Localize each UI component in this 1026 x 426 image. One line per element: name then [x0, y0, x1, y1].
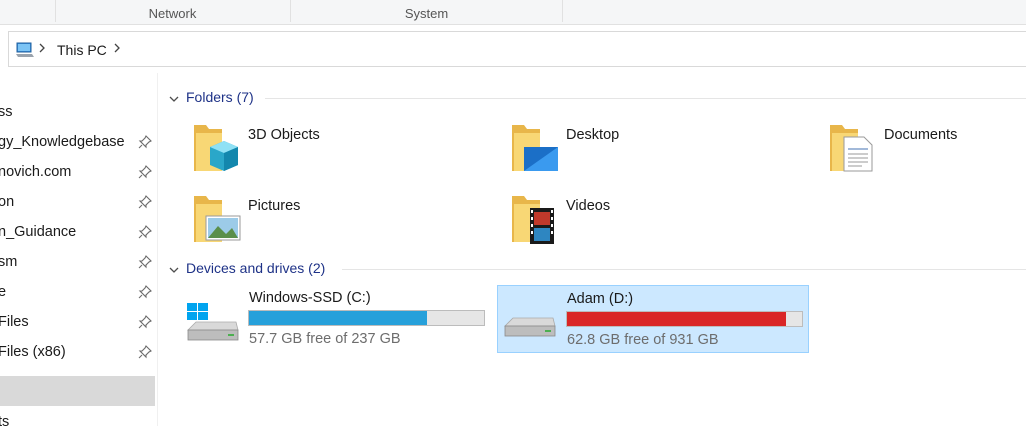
folder-name: Desktop [566, 127, 620, 143]
folders-section-header[interactable]: Folders (7) [166, 89, 1026, 109]
folder-3d-objects[interactable]: 3D Objects [192, 121, 492, 181]
nav-item[interactable]: Files (x86) [0, 337, 157, 367]
nav-item-label: gy_Knowledgebase [0, 134, 125, 150]
videos-folder-icon [510, 192, 560, 253]
drive-free-space: 57.7 GB free of 237 GB [249, 331, 401, 347]
drive-usage-fill [249, 311, 427, 325]
drive-windows-ssd[interactable]: Windows-SSD (C:) 57.7 GB free of 237 GB [180, 286, 492, 352]
nav-item-label: novich.com [0, 164, 72, 180]
drive-name: Windows-SSD (C:) [249, 290, 371, 306]
drive-adam[interactable]: Adam (D:) 62.8 GB free of 931 GB [497, 285, 809, 353]
drives-section-header[interactable]: Devices and drives (2) [166, 260, 1026, 280]
hard-drive-icon [503, 304, 557, 351]
breadcrumb-chevron-icon[interactable] [38, 41, 46, 58]
nav-item-label: e [0, 284, 6, 300]
pin-icon[interactable] [138, 315, 152, 329]
folder-name: Videos [566, 198, 611, 214]
documents-folder-icon [828, 121, 878, 182]
desktop-folder-icon [510, 121, 560, 182]
nav-item-label: sm [0, 254, 18, 270]
nav-item-selected[interactable] [0, 376, 157, 406]
folder-name: 3D Objects [248, 127, 320, 143]
drive-usage-bar [248, 310, 485, 326]
ribbon-group-network: Network [148, 6, 197, 21]
computer-icon [15, 42, 35, 63]
section-divider [265, 98, 1026, 99]
nav-item[interactable]: gy_Knowledgebase [0, 127, 157, 157]
drive-usage-fill [567, 312, 787, 326]
nav-item[interactable]: on [0, 187, 157, 217]
folders-section-title: Folders (7) [186, 89, 254, 105]
pictures-folder-icon [192, 192, 242, 253]
folder-documents[interactable]: Documents [828, 121, 1026, 181]
3d-objects-folder-icon [192, 121, 242, 182]
nav-item[interactable]: ss [0, 97, 157, 127]
folder-name: Documents [884, 127, 958, 143]
breadcrumb-this-pc[interactable]: This PC [57, 42, 107, 58]
nav-item[interactable]: Files [0, 307, 157, 337]
nav-item-label: Files (x86) [0, 344, 66, 360]
windows-drive-icon [186, 302, 240, 349]
nav-item[interactable]: n_Guidance [0, 217, 157, 247]
nav-item-label: ts [0, 414, 10, 426]
nav-item-label: n_Guidance [0, 224, 77, 240]
chevron-down-icon[interactable] [168, 263, 180, 279]
nav-item[interactable]: novich.com [0, 157, 157, 187]
pin-icon[interactable] [138, 135, 152, 149]
pin-icon[interactable] [138, 255, 152, 269]
folder-name: Pictures [248, 198, 301, 214]
pin-icon[interactable] [138, 225, 152, 239]
folder-videos[interactable]: Videos [510, 192, 810, 252]
nav-item-label: on [0, 194, 15, 210]
breadcrumb-chevron-icon[interactable] [113, 41, 121, 58]
nav-item[interactable]: e [0, 277, 157, 307]
section-divider [342, 269, 1026, 270]
drive-free-space: 62.8 GB free of 931 GB [567, 332, 719, 348]
ribbon-separator [562, 0, 563, 22]
drives-section-title: Devices and drives (2) [186, 260, 326, 276]
pin-icon[interactable] [138, 195, 152, 209]
ribbon-group-system: System [404, 6, 449, 21]
nav-item-label: ss [0, 104, 13, 120]
pin-icon[interactable] [138, 345, 152, 359]
chevron-down-icon[interactable] [168, 92, 180, 108]
nav-item-label: Files [0, 314, 29, 330]
navigation-pane[interactable]: ss gy_Knowledgebase novich.com on n_Guid… [0, 73, 158, 426]
nav-item[interactable]: sm [0, 247, 157, 277]
ribbon-group-labels: Network System [0, 0, 1026, 25]
drive-name: Adam (D:) [567, 291, 634, 307]
folder-desktop[interactable]: Desktop [510, 121, 810, 181]
address-bar[interactable]: This PC [8, 31, 1026, 67]
folder-pictures[interactable]: Pictures [192, 192, 492, 252]
pin-icon[interactable] [138, 165, 152, 179]
nav-item[interactable]: ts [0, 407, 157, 426]
pin-icon[interactable] [138, 285, 152, 299]
drive-usage-bar [566, 311, 803, 327]
